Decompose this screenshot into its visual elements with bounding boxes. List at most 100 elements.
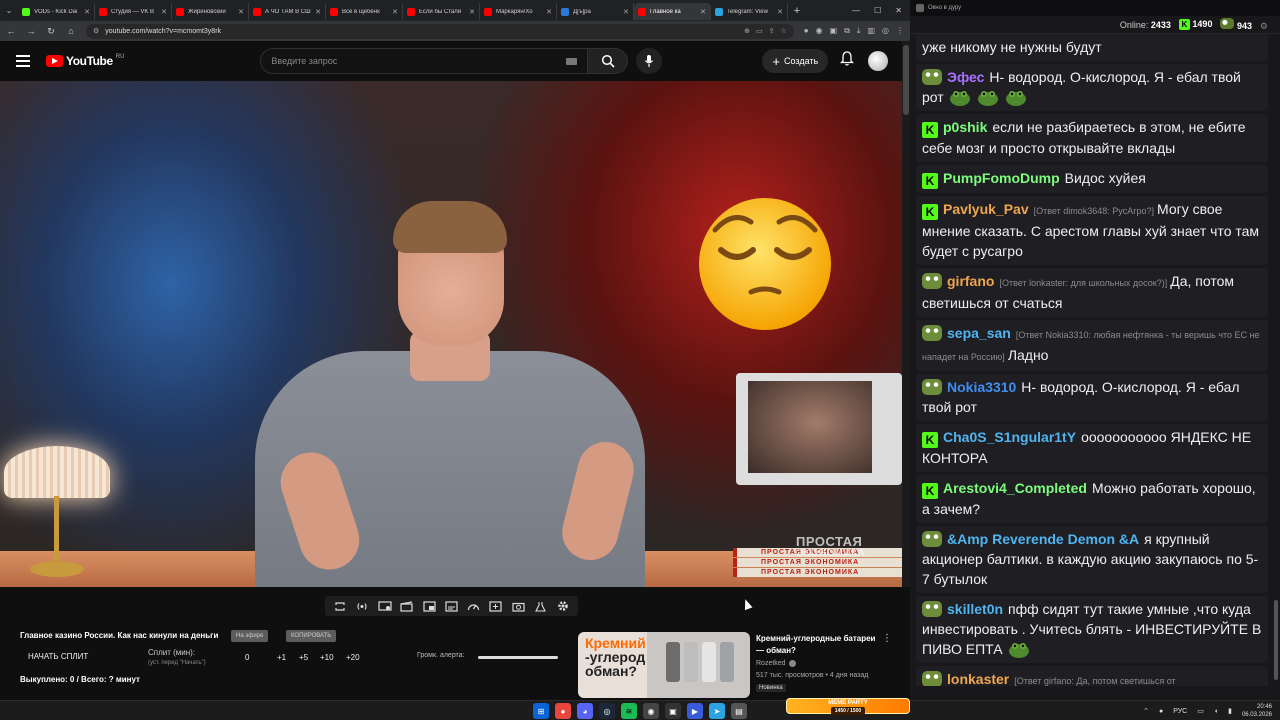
language-indicator[interactable]: РУС [1173,708,1187,715]
split-add-20-button[interactable]: +20 [346,653,360,662]
browser-tab[interactable]: А ЧО ТАМ В СШ ✕ [249,3,326,20]
home-icon[interactable]: ⌂ [66,26,76,36]
discord-icon[interactable]: ◕ [577,703,593,719]
tab-close-icon[interactable]: ✕ [469,8,475,16]
extension-icon[interactable]: ▣ [830,26,838,36]
browser-tab[interactable]: Telegram: View ✕ [711,3,788,20]
share-icon[interactable]: ⇪ [769,27,775,35]
settings-gear-icon[interactable] [556,600,570,613]
split-add-1-button[interactable]: +1 [277,653,286,662]
broadcast-icon[interactable] [355,600,369,613]
extension-icon[interactable]: ◉ [816,26,823,36]
chat-username[interactable]: Эфес [947,69,984,85]
tab-close-icon[interactable]: ✕ [161,8,167,16]
start-split-button[interactable]: НАЧАТЬ СПЛИТ [28,652,88,661]
recommendation-menu-icon[interactable]: ⋮ [882,633,892,644]
tab-search-icon[interactable]: ⌄ [0,0,18,21]
page-scrollbar-thumb[interactable] [903,45,909,115]
browser-tab[interactable]: Если бы Стали ✕ [403,3,480,20]
youtube-logo[interactable]: YouTube RU [46,54,124,68]
chat-username[interactable]: p0shik [943,119,987,135]
sidebar-icon[interactable]: ▥ [867,26,875,36]
clock[interactable]: 20:46 06.03.2026 [1242,703,1272,719]
search-button[interactable] [588,48,629,74]
spotify-icon[interactable]: ≋ [621,703,637,719]
recommendation-title[interactable]: Кремний-углеродные батареи — обман? [756,633,876,657]
browser-tab[interactable]: Д[ъ]ра ✕ [557,3,634,20]
speed-gauge-icon[interactable] [467,600,481,613]
recommendation-channel[interactable]: Rozetked [756,660,796,667]
media-player-icon[interactable]: ▶ [687,703,703,719]
chat-username[interactable]: Arestovi4_Completed [943,480,1087,496]
battery-icon[interactable]: ▮ [1228,707,1232,715]
obs-icon[interactable]: ◉ [643,703,659,719]
minimize-button[interactable]: — [852,6,860,15]
close-window-button[interactable]: ✕ [895,6,902,15]
subtitles-icon[interactable] [444,600,458,613]
tray-chevron-icon[interactable]: ⌃ [1143,707,1149,715]
hamburger-menu-icon[interactable] [16,55,30,67]
browser-tab[interactable]: Маркарян/Хо ✕ [480,3,557,20]
network-icon[interactable]: ▭ [1197,707,1204,715]
reload-icon[interactable]: ↻ [46,26,56,37]
chat-username[interactable]: girfano [947,273,994,289]
browser-tab[interactable]: Студия — VK В ✕ [95,3,172,20]
chat-username[interactable]: Cha0S_S1ngular1tY [943,429,1076,445]
add-clip-icon[interactable] [489,600,503,613]
url-field[interactable]: ⚙ youtube.com/watch?v=mcmomt3y8rk ⊕ ▭ ⇪ … [86,23,794,39]
menu-dots-icon[interactable]: ⋮ [896,26,904,36]
extension-icon[interactable]: ● [804,26,809,36]
volume-icon[interactable]: ◖ [1214,708,1218,715]
steam-icon[interactable]: ◎ [599,703,615,719]
reply-reference[interactable]: [Ответ lonkaster: для школьных досок?)] [999,278,1167,288]
screenshot-camera-icon[interactable] [511,600,525,613]
keyboard-icon[interactable] [566,57,578,65]
voice-search-button[interactable] [636,48,663,74]
flask-icon[interactable] [534,600,548,613]
app-icon[interactable]: ▣ [665,703,681,719]
chat-settings-icon[interactable]: ⚙ [1260,21,1268,32]
tab-close-icon[interactable]: ✕ [238,8,244,16]
chat-username[interactable]: skillet0n [947,601,1003,617]
recommendation-thumbnail[interactable]: Кремний -углерод обман? [578,632,750,698]
copy-button[interactable]: КОПИРОВАТЬ [286,630,337,642]
tab-close-icon[interactable]: ✕ [777,8,783,16]
browser-tab[interactable]: VODs - Kick Dai ✕ [18,3,95,20]
site-info-icon[interactable]: ⚙ [93,27,99,35]
chat-scrollbar-thumb[interactable] [1274,600,1278,680]
tab-close-icon[interactable]: ✕ [315,8,321,16]
new-tab-button[interactable]: + [788,5,806,17]
tab-close-icon[interactable]: ✕ [546,8,552,16]
chrome-icon[interactable]: ● [555,703,571,719]
video-player[interactable] [0,81,902,587]
app-icon[interactable]: ▤ [731,703,747,719]
screen-view-icon[interactable] [378,600,392,613]
download-icon[interactable]: ⤓ [857,26,861,36]
tab-close-icon[interactable]: ✕ [392,8,398,16]
browser-tab[interactable]: Все в щебёнк ✕ [326,3,403,20]
maximize-button[interactable]: ☐ [874,6,881,15]
profile-icon[interactable]: ◎ [882,26,889,36]
browser-tab[interactable]: Главное ка ✕ [634,3,711,20]
search-input[interactable]: Введите запрос [260,48,589,74]
create-button[interactable]: + Создать [762,49,829,73]
clapper-icon[interactable] [400,600,414,613]
zoom-icon[interactable]: ⊕ [744,27,750,35]
reply-reference[interactable]: [Ответ dimok3648: РусАгро?] [1034,206,1154,216]
chat-username[interactable]: Pavlyuk_Pav [943,201,1029,217]
bookmark-star-icon[interactable]: ☆ [781,27,787,35]
loop-icon[interactable] [333,600,347,613]
start-icon[interactable]: ⊞ [533,703,549,719]
alert-volume-slider[interactable] [478,656,558,659]
avatar[interactable] [868,51,889,71]
chat-username[interactable]: sepa_san [947,325,1011,341]
tab-close-icon[interactable]: ✕ [84,8,90,16]
chat-username[interactable]: &Amp Reverende Demon &A [947,531,1139,547]
telegram-icon[interactable]: ➤ [709,703,725,719]
chat-username[interactable]: PumpFomoDump [943,170,1060,186]
chat-username[interactable]: Nokia3310 [947,379,1016,395]
browser-tab[interactable]: Жириновский ✕ [172,3,249,20]
tab-close-icon[interactable]: ✕ [700,8,706,16]
cast-icon[interactable]: ▭ [756,27,763,35]
tab-close-icon[interactable]: ✕ [623,8,629,16]
